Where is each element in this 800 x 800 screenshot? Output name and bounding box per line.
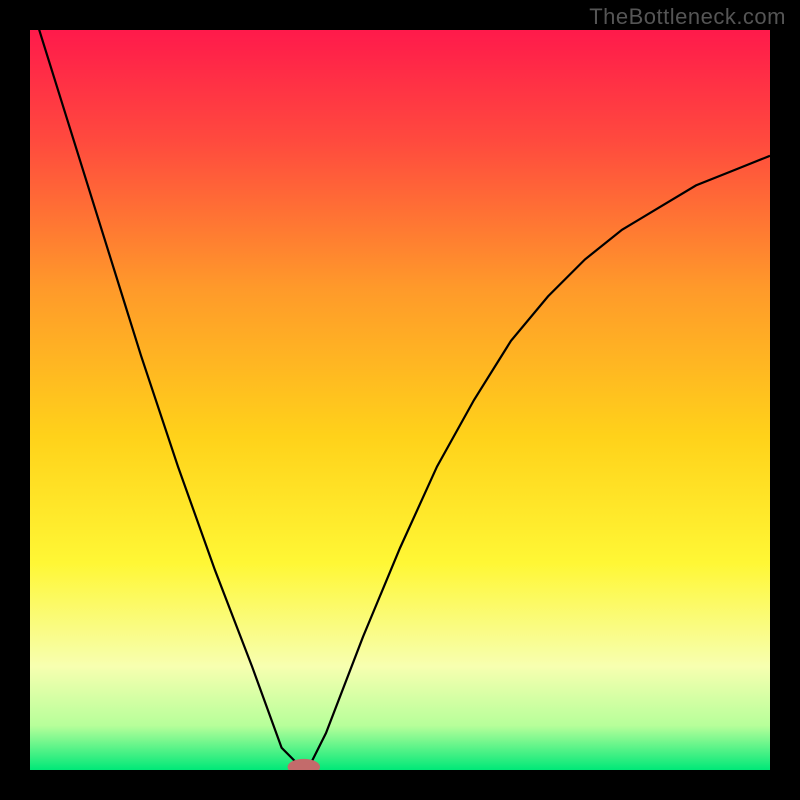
chart-frame	[30, 30, 770, 770]
chart-background	[30, 30, 770, 770]
watermark-text: TheBottleneck.com	[589, 4, 786, 30]
chart-svg	[30, 30, 770, 770]
